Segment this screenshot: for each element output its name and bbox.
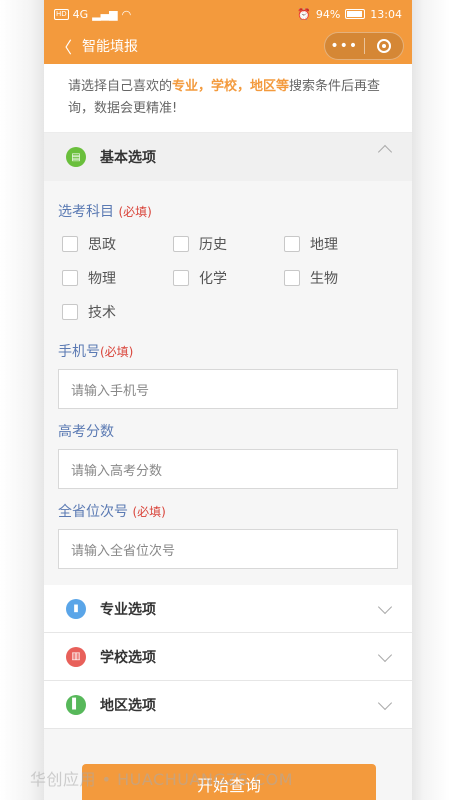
subjects-checkboxes: 思政 历史 地理 物理 化学 生物 技术: [58, 227, 398, 329]
subject-label: 生物: [310, 271, 338, 287]
subject-checkbox[interactable]: 地理: [284, 227, 395, 261]
signal-icon: 4G: [72, 7, 89, 21]
section-basic-header[interactable]: ▤ 基本选项: [44, 133, 412, 181]
subject-checkbox[interactable]: 物理: [62, 261, 173, 295]
chevron-down-icon: [377, 647, 393, 663]
subjects-label: 选考科目 (必填): [58, 201, 398, 221]
section-basic-title: 基本选项: [100, 150, 156, 166]
phone-screen: HD 4G ▂▄▆ ◠ ⏰ 94% 13:04 〈 智能填报 ••• 请选择自己…: [44, 0, 412, 800]
subject-label: 历史: [199, 237, 227, 253]
battery-icon: [345, 9, 366, 19]
close-button[interactable]: [365, 39, 404, 53]
chevron-up-icon: [377, 144, 393, 160]
section-school-header[interactable]: ▥ 学校选项: [44, 633, 412, 681]
subject-checkbox[interactable]: 化学: [173, 261, 284, 295]
left-frame: [0, 0, 44, 800]
notice-text: 请选择自己喜欢的专业，学校，地区等搜索条件后再查询，数据会更精准!: [44, 64, 412, 133]
school-options-icon: ▥: [66, 646, 86, 667]
phone-input[interactable]: 请输入手机号: [58, 369, 398, 409]
chevron-left-icon: 〈: [55, 38, 72, 57]
subjects-label-text: 选考科目: [58, 204, 114, 220]
rank-label-text: 全省位次号: [58, 504, 128, 520]
watermark: 华创应用 • HUACHUANGZS.COM: [30, 770, 294, 789]
score-input[interactable]: 请输入高考分数: [58, 449, 398, 489]
more-button[interactable]: •••: [325, 38, 364, 54]
subject-checkbox[interactable]: 技术: [62, 295, 173, 329]
target-icon: [376, 39, 391, 53]
alarm-icon: ⏰: [297, 7, 311, 21]
section-region-header[interactable]: ▌ 地区选项: [44, 681, 412, 729]
subject-checkbox[interactable]: 历史: [173, 227, 284, 261]
score-label-text: 高考分数: [58, 424, 114, 440]
checkbox-box: [284, 236, 300, 252]
notice-highlight: 专业，学校，地区等: [172, 79, 290, 94]
major-options-icon: ▮: [66, 598, 86, 619]
back-button[interactable]: 〈: [52, 34, 76, 58]
subject-label: 化学: [199, 271, 227, 287]
status-bar: HD 4G ▂▄▆ ◠ ⏰ 94% 13:04: [44, 0, 412, 28]
chevron-down-icon: [377, 599, 393, 615]
checkbox-box: [173, 270, 189, 286]
wifi-icon: ◠: [121, 7, 132, 21]
checkbox-box: [284, 270, 300, 286]
battery-percent: 94%: [315, 7, 341, 21]
subject-label: 思政: [88, 237, 116, 253]
subject-checkbox[interactable]: 生物: [284, 261, 395, 295]
page-title: 智能填报: [82, 39, 138, 55]
phone-required: (必填): [100, 345, 134, 359]
section-major-title: 专业选项: [100, 601, 156, 618]
subjects-required: (必填): [118, 205, 152, 219]
notice-prefix: 请选择自己喜欢的: [68, 79, 173, 94]
checkbox-box: [173, 236, 189, 252]
signal-bars-icon: ▂▄▆: [92, 7, 118, 21]
section-major-header[interactable]: ▮ 专业选项: [44, 585, 412, 633]
rank-required: (必填): [132, 505, 166, 519]
miniprogram-capsule: •••: [324, 32, 404, 60]
nav-bar: 〈 智能填报 •••: [44, 28, 412, 64]
subject-label: 地理: [310, 237, 338, 253]
region-options-icon: ▌: [66, 694, 86, 715]
rank-label: 全省位次号 (必填): [58, 501, 398, 521]
phone-placeholder: 请输入手机号: [71, 383, 150, 399]
phone-label-text: 手机号: [58, 344, 100, 360]
score-placeholder: 请输入高考分数: [71, 463, 163, 479]
subject-label: 物理: [88, 271, 116, 287]
rank-placeholder: 请输入全省位次号: [71, 543, 176, 559]
section-school-title: 学校选项: [100, 649, 156, 666]
basic-options-icon: ▤: [66, 147, 86, 167]
clock: 13:04: [370, 7, 402, 21]
chevron-down-icon: [377, 695, 393, 711]
checkbox-box: [62, 236, 78, 252]
score-label: 高考分数: [58, 421, 398, 441]
hd-badge: HD: [54, 8, 69, 20]
right-frame: [412, 0, 450, 800]
subject-checkbox[interactable]: 思政: [62, 227, 173, 261]
checkbox-box: [62, 270, 78, 286]
checkbox-box: [62, 304, 78, 320]
section-region-title: 地区选项: [100, 697, 156, 714]
rank-input[interactable]: 请输入全省位次号: [58, 529, 398, 569]
subject-label: 技术: [88, 305, 116, 321]
phone-label: 手机号(必填): [58, 341, 398, 361]
option-sections: ▮ 专业选项 ▥ 学校选项 ▌ 地区选项: [44, 585, 412, 729]
basic-form: 选考科目 (必填) 思政 历史 地理 物理 化学 生物 技术 手机号(必填) 请…: [44, 181, 412, 579]
